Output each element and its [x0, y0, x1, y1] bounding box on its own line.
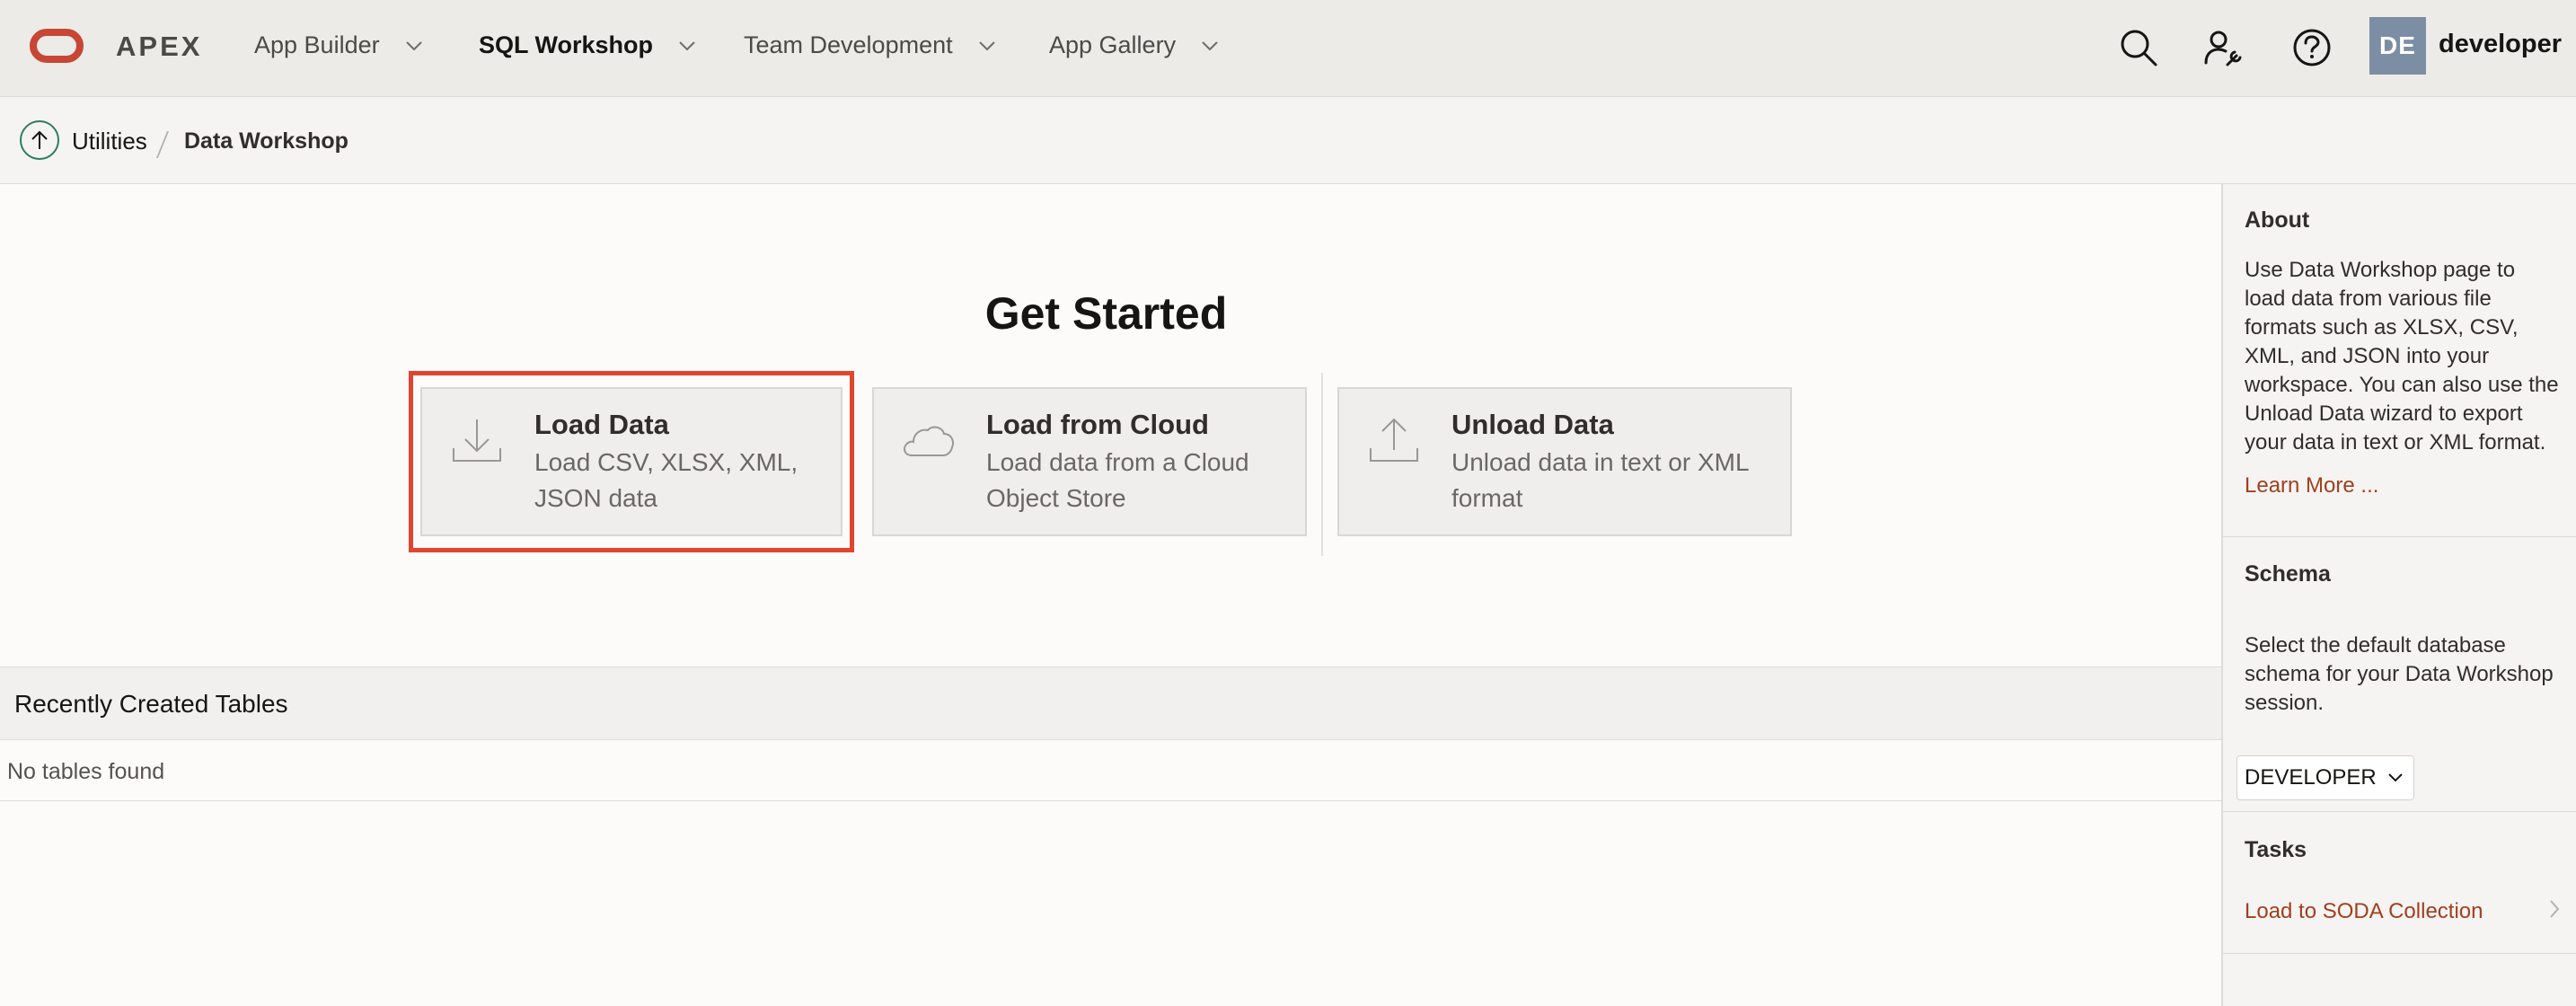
nav-team-development[interactable]: Team Development — [744, 31, 996, 59]
username-label[interactable]: developer — [2439, 30, 2562, 59]
nav-label: Team Development — [744, 31, 953, 58]
breadcrumb: Utilities Data Workshop — [0, 97, 2576, 184]
recent-tables-header: Recently Created Tables — [0, 666, 2221, 740]
learn-more-link[interactable]: Learn More ... — [2245, 473, 2378, 499]
nav-label: SQL Workshop — [479, 31, 654, 58]
breadcrumb-separator — [155, 131, 170, 158]
navigate-up-button[interactable] — [20, 120, 59, 160]
about-line: workspace. You can also use the — [2245, 373, 2559, 397]
about-line: Use Data Workshop page to — [2245, 258, 2516, 282]
schema-heading: Schema — [2245, 561, 2331, 587]
avatar[interactable]: DE — [2369, 17, 2426, 75]
card-title: Load from Cloud — [986, 409, 1209, 440]
chevron-down-icon — [2388, 773, 2403, 782]
chevron-down-icon — [405, 40, 422, 50]
nav-app-gallery[interactable]: App Gallery — [1049, 31, 1219, 59]
nav-app-builder[interactable]: App Builder — [254, 31, 423, 59]
chevron-right-icon — [2550, 900, 2560, 918]
oracle-logo-icon[interactable] — [30, 29, 84, 63]
empty-state-message: No tables found — [7, 759, 165, 784]
unload-data-card[interactable]: Unload Data Unload data in text or XML f… — [1337, 387, 1792, 536]
card-description: Unload data in text or XML format — [1451, 445, 1750, 516]
about-line: Unload Data wizard to export — [2245, 402, 2523, 426]
search-icon[interactable] — [2118, 27, 2159, 68]
schema-selected-value: DEVELOPER — [2245, 765, 2377, 790]
about-text: Use Data Workshop page to load data from… — [2245, 256, 2568, 457]
about-line: your data in text or XML format. — [2245, 430, 2546, 454]
card-desc-line: Unload data in text or XML — [1451, 448, 1750, 476]
chevron-down-icon — [679, 40, 695, 50]
schema-line: Select the default database — [2245, 633, 2506, 657]
nav-label: App Gallery — [1049, 31, 1177, 58]
main-content: Get Started Load Data Load CSV, XLSX, XM… — [0, 184, 2221, 1006]
help-icon[interactable] — [2291, 27, 2333, 68]
chevron-down-icon — [1202, 40, 1218, 50]
nav-sql-workshop[interactable]: SQL Workshop — [479, 31, 696, 59]
schema-text: Select the default database schema for y… — [2245, 631, 2568, 718]
schema-line: session. — [2245, 691, 2325, 715]
arrow-up-icon — [31, 130, 48, 149]
breadcrumb-current: Data Workshop — [184, 128, 348, 154]
schema-select[interactable]: DEVELOPER — [2236, 755, 2414, 800]
tasks-heading: Tasks — [2245, 837, 2307, 862]
app-brand[interactable]: APEX — [116, 31, 202, 63]
load-from-cloud-card[interactable]: Load from Cloud Load data from a Cloud O… — [872, 387, 1307, 536]
about-heading: About — [2245, 207, 2310, 233]
cloud-icon — [904, 426, 954, 456]
card-title: Unload Data — [1451, 409, 1614, 440]
task-link[interactable]: Load to SODA Collection — [2245, 899, 2483, 924]
about-line: XML, and JSON into your — [2245, 344, 2490, 368]
side-divider — [2223, 811, 2576, 812]
side-divider — [2223, 536, 2576, 537]
task-load-soda-collection[interactable]: Load to SODA Collection — [2223, 872, 2576, 954]
nav-label: App Builder — [254, 31, 380, 58]
admin-user-icon[interactable] — [2202, 27, 2244, 68]
region-title: Recently Created Tables — [14, 690, 288, 718]
card-description: Load data from a Cloud Object Store — [986, 445, 1249, 516]
upload-icon — [1370, 418, 1418, 462]
breadcrumb-utilities-link[interactable]: Utilities — [72, 128, 147, 155]
page-title: Get Started — [984, 288, 1228, 339]
about-line: formats such as XLSX, CSV, — [2245, 315, 2519, 340]
selection-highlight — [409, 371, 854, 552]
card-desc-line: Load data from a Cloud — [986, 448, 1249, 476]
top-header: APEX App Builder SQL Workshop Team Devel… — [0, 0, 2576, 97]
schema-line: schema for your Data Workshop — [2245, 662, 2554, 686]
card-desc-line: Object Store — [986, 484, 1126, 512]
card-desc-line: format — [1451, 484, 1523, 512]
side-panel: About Use Data Workshop page to load dat… — [2221, 184, 2576, 1006]
chevron-down-icon — [978, 40, 995, 50]
card-divider — [1321, 373, 1323, 556]
about-line: load data from various file — [2245, 287, 2492, 311]
recent-tables-body: No tables found — [0, 740, 2221, 801]
